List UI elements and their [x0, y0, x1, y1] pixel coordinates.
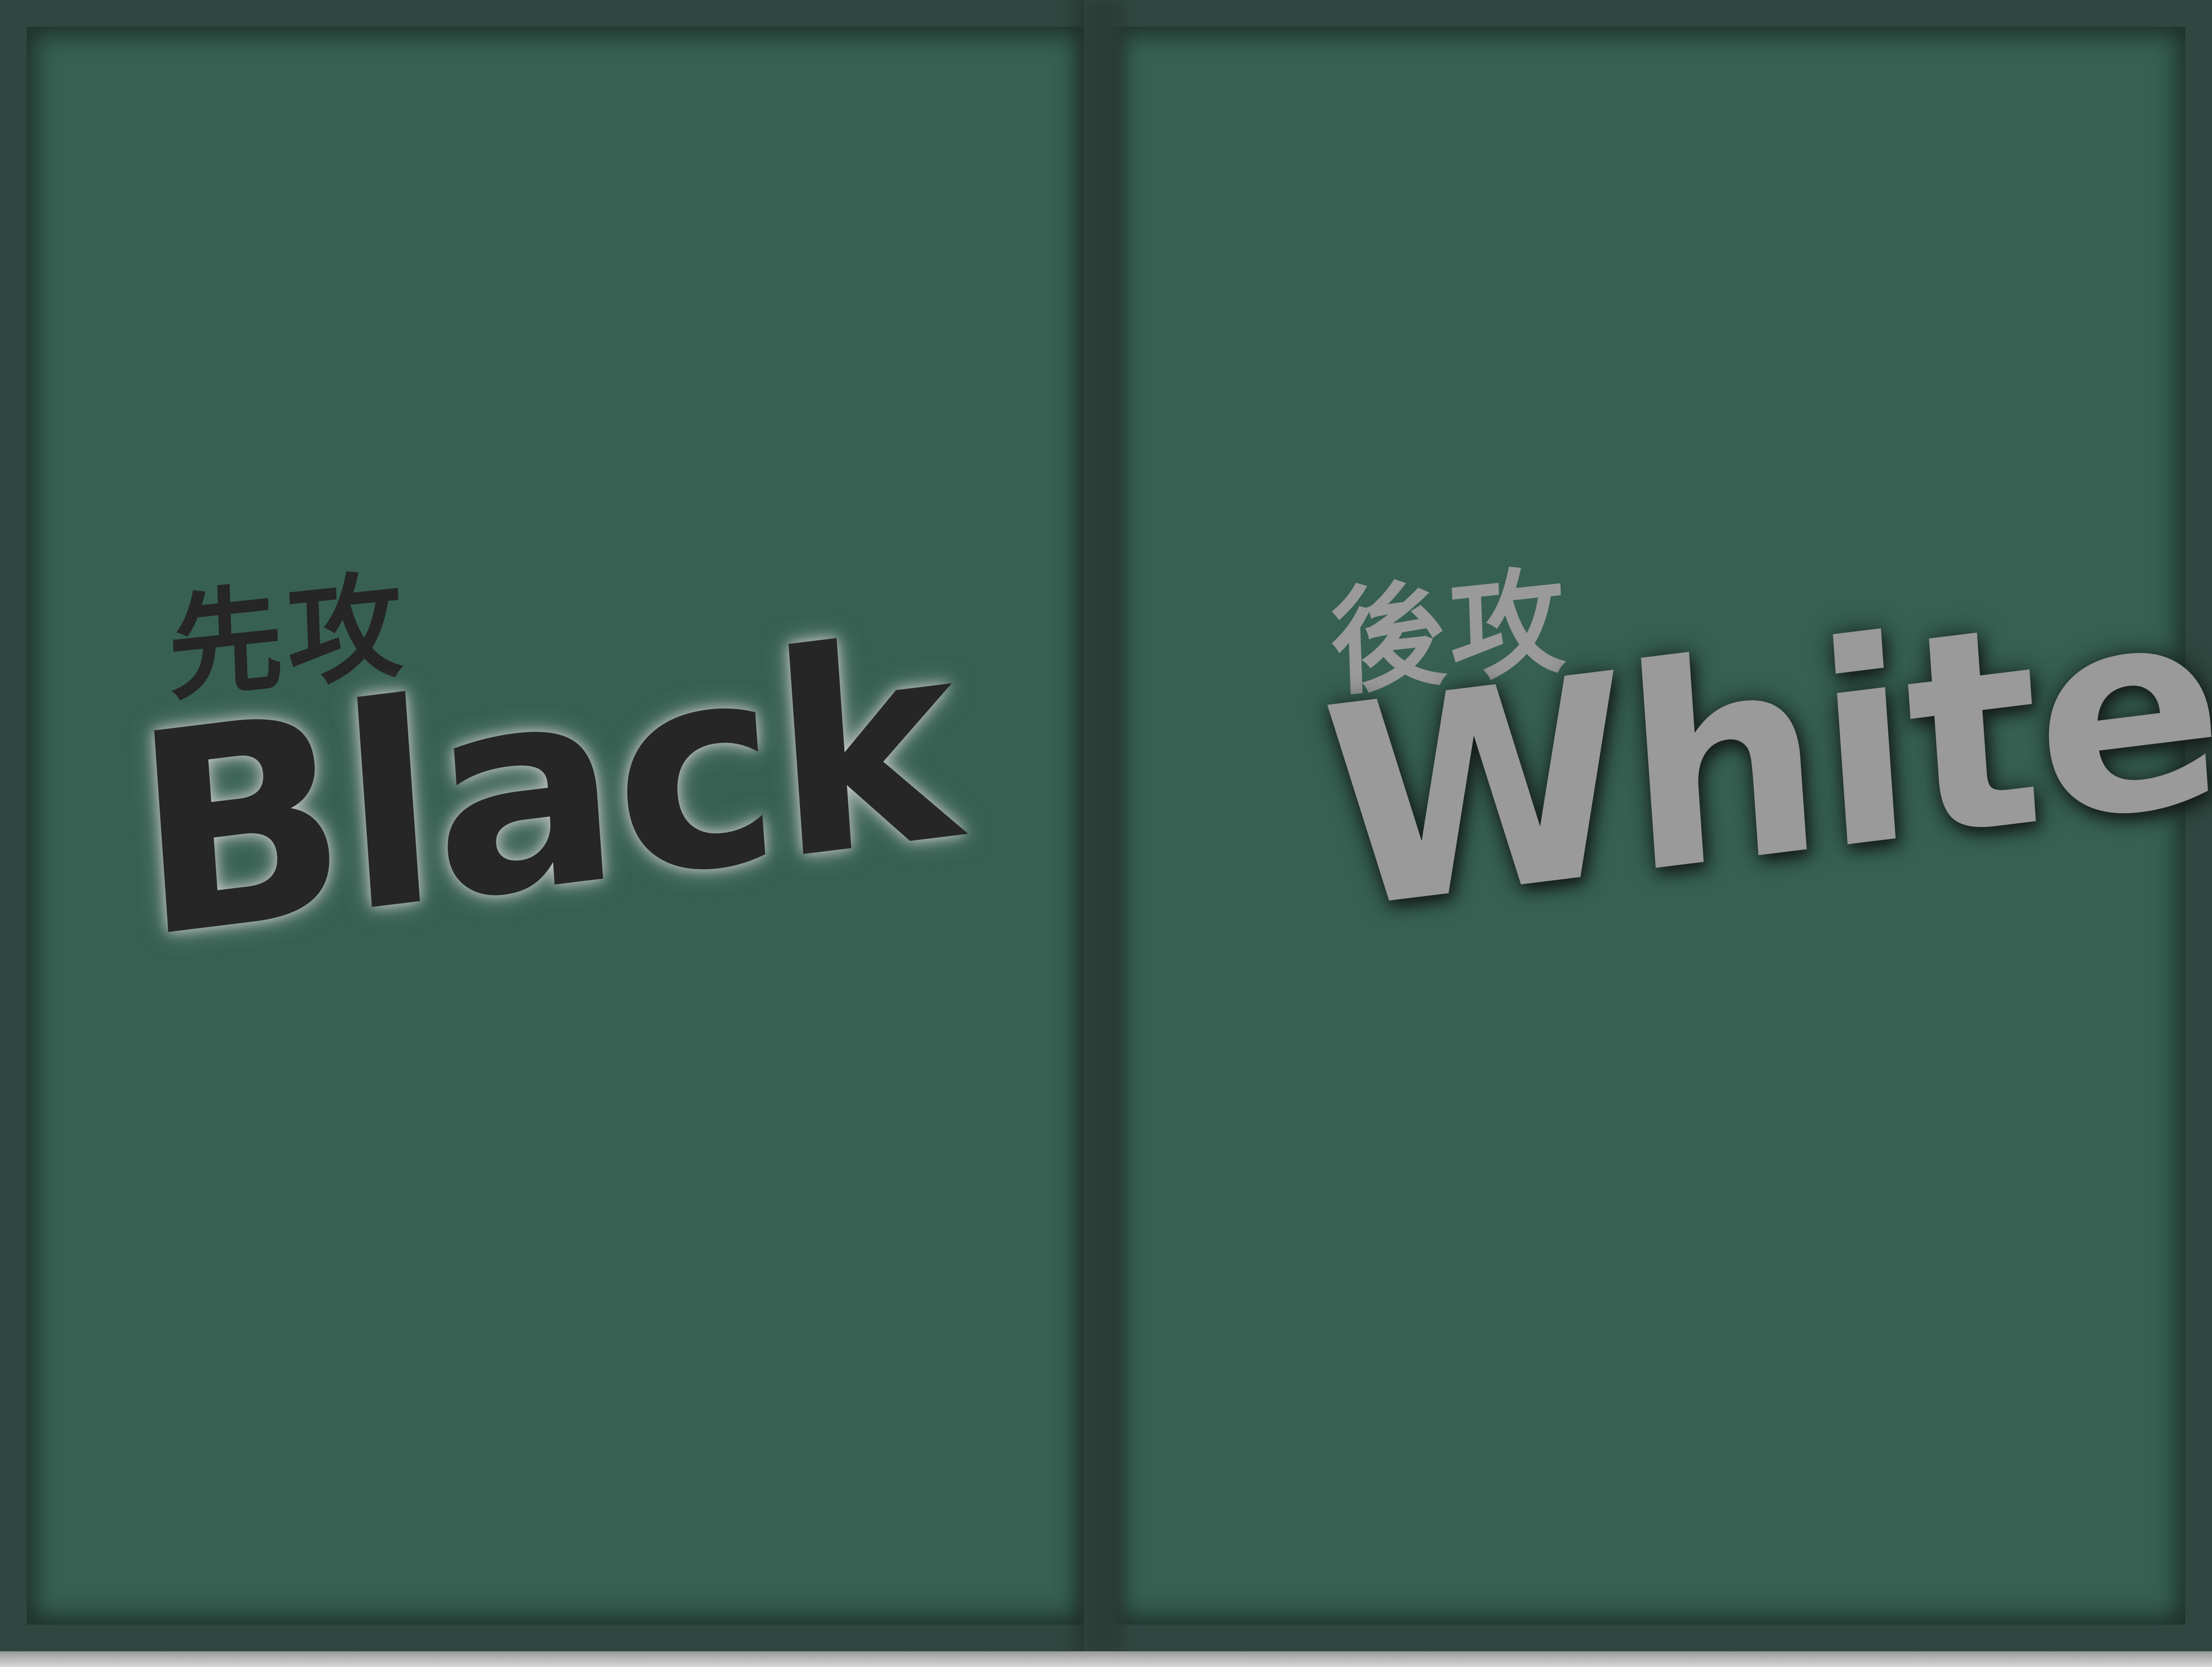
panel-divider — [1079, 0, 1129, 1651]
turn-selection-screen: 先攻 Black 後攻 White — [0, 0, 2212, 1667]
bottom-edge — [0, 1651, 2212, 1667]
